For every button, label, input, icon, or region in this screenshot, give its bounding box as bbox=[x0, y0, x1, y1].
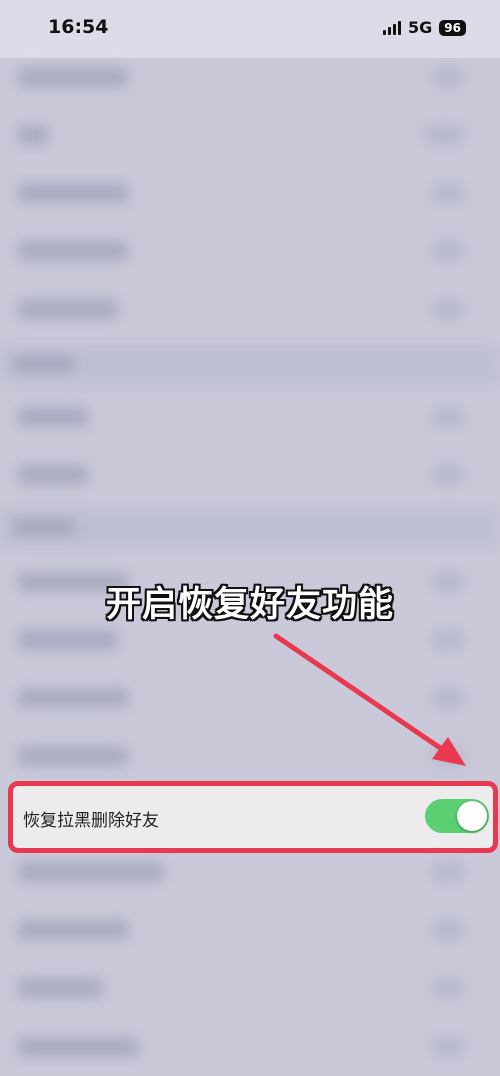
list-item bbox=[0, 224, 500, 280]
section-header bbox=[0, 508, 500, 548]
list-item bbox=[0, 108, 500, 164]
list-item bbox=[0, 50, 500, 106]
list-item bbox=[0, 961, 500, 1017]
list-item bbox=[0, 729, 500, 785]
network-type: 5G bbox=[408, 18, 433, 37]
list-item bbox=[0, 845, 500, 901]
setting-label: 恢复拉黑删除好友 bbox=[23, 811, 159, 831]
list-item bbox=[0, 166, 500, 222]
highlighted-setting-row[interactable]: 恢复拉黑删除好友 bbox=[8, 781, 498, 853]
list-item bbox=[0, 282, 500, 338]
list-item bbox=[0, 448, 500, 504]
instruction-caption: 开启恢复好友功能 bbox=[105, 585, 394, 625]
status-time: 16:54 bbox=[48, 16, 109, 38]
signal-icon bbox=[383, 20, 402, 35]
blurred-settings-list bbox=[0, 50, 500, 1064]
toggle-knob bbox=[457, 801, 487, 831]
section-header bbox=[0, 345, 500, 385]
list-item bbox=[0, 390, 500, 446]
battery-icon: 96 bbox=[439, 19, 466, 36]
list-item bbox=[0, 1020, 500, 1076]
status-indicators: 5G 96 bbox=[383, 18, 466, 37]
restore-friends-toggle[interactable] bbox=[425, 799, 489, 833]
list-item bbox=[0, 671, 500, 727]
list-item bbox=[0, 903, 500, 959]
